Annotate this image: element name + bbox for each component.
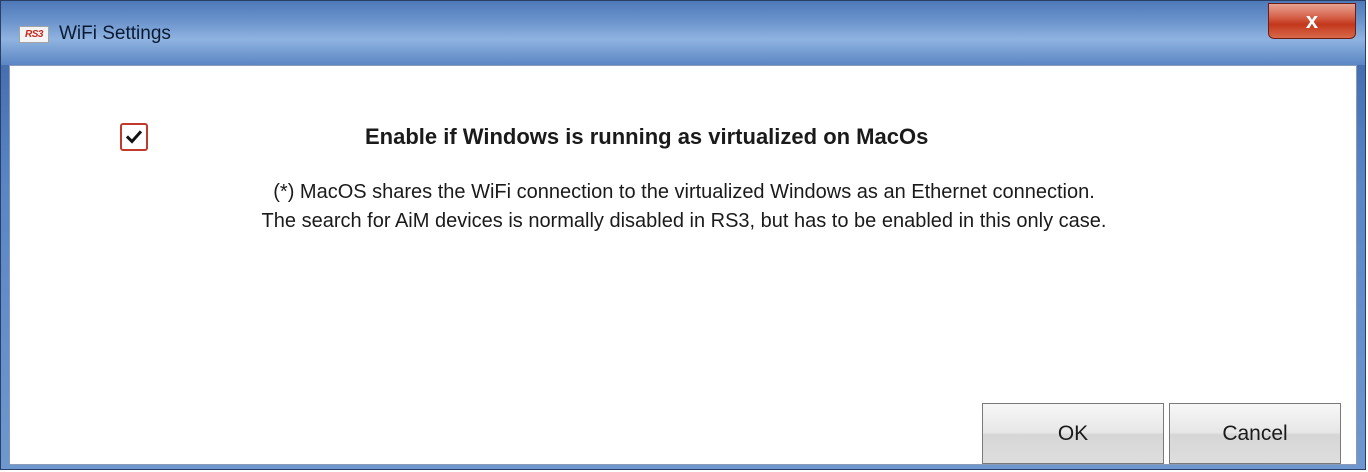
window-title: WiFi Settings: [59, 23, 171, 44]
checkbox-label: Enable if Windows is running as virtuali…: [365, 124, 929, 149]
title-bar[interactable]: RS3 WiFi Settings x: [1, 1, 1365, 65]
checkmark-icon: [126, 130, 142, 144]
cancel-button[interactable]: Cancel: [1169, 403, 1341, 464]
app-icon: RS3: [19, 26, 49, 43]
ok-button[interactable]: OK: [982, 403, 1164, 464]
description: (*) MacOS shares the WiFi connection to …: [10, 178, 1358, 236]
description-line-2: The search for AiM devices is normally d…: [261, 210, 1107, 232]
description-line-1: (*) MacOS shares the WiFi connection to …: [273, 181, 1095, 203]
wifi-settings-dialog: RS3 WiFi Settings x Enable if Windows is…: [0, 0, 1366, 470]
close-button[interactable]: x: [1268, 3, 1356, 39]
dialog-content: Enable if Windows is running as virtuali…: [9, 65, 1357, 465]
macos-virtualization-checkbox[interactable]: [120, 123, 148, 151]
